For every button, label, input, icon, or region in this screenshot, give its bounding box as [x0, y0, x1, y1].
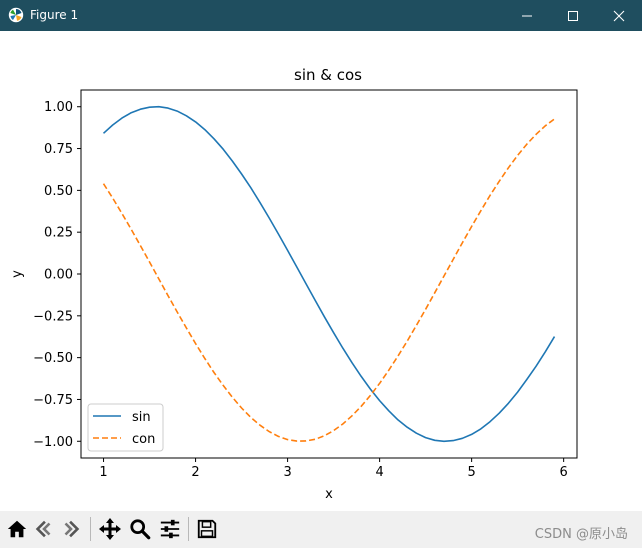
- x-axis-label: x: [325, 487, 333, 502]
- x-tick-label: 5: [467, 465, 475, 480]
- close-button[interactable]: [596, 0, 642, 31]
- y-tick-label: 0.25: [44, 226, 73, 241]
- line-chart: sin & cos 1 2 3 4 5 6 1.00 0.75 0.50 0.25 0.00 −0.…: [10, 66, 578, 502]
- maximize-button[interactable]: [550, 0, 596, 31]
- y-tick-label: −0.50: [33, 351, 73, 366]
- watermark-text: CSDN @原小岛: [534, 527, 628, 542]
- legend: sin con: [87, 403, 164, 452]
- x-tick-label: 4: [375, 465, 383, 480]
- pan-button[interactable]: [97, 516, 123, 542]
- y-tick-label: 1.00: [44, 100, 73, 115]
- y-axis-label: y: [10, 270, 25, 278]
- zoom-icon: [130, 519, 151, 540]
- y-tick-label: 0.50: [44, 184, 73, 199]
- pan-icon: [99, 518, 121, 540]
- zoom-button[interactable]: [127, 516, 153, 542]
- figure-canvas: sin & cos 1 2 3 4 5 6 1.00 0.75 0.50 0.25 0.00 −0.…: [0, 31, 642, 511]
- home-button[interactable]: [4, 516, 30, 542]
- home-icon: [7, 520, 27, 538]
- configure-subplots-icon: [160, 519, 180, 539]
- forward-button[interactable]: [58, 516, 84, 542]
- save-button[interactable]: [194, 516, 220, 542]
- close-icon: [613, 10, 625, 21]
- x-axis-ticks: 1 2 3 4 5 6: [99, 458, 568, 480]
- back-button[interactable]: [31, 516, 57, 542]
- y-tick-label: 0.75: [44, 142, 73, 157]
- toolbar-separator: [188, 517, 189, 541]
- x-tick-label: 2: [191, 465, 199, 480]
- y-tick-label: −1.00: [33, 435, 73, 450]
- minimize-icon: [522, 15, 532, 16]
- window-titlebar: Figure 1: [0, 0, 642, 31]
- maximize-icon: [568, 10, 578, 21]
- y-tick-label: −0.75: [33, 393, 73, 408]
- configure-subplots-button[interactable]: [157, 516, 183, 542]
- legend-label-sin: sin: [132, 410, 151, 425]
- navigation-toolbar: CSDN @原小岛: [0, 511, 642, 548]
- matplotlib-logo-icon: [8, 7, 24, 23]
- forward-icon: [64, 520, 80, 538]
- y-axis-ticks: 1.00 0.75 0.50 0.25 0.00 −0.25 −0.50 −0.75 −1.00: [33, 100, 81, 450]
- legend-label-con: con: [132, 432, 155, 447]
- save-icon: [197, 519, 217, 539]
- x-tick-label: 3: [283, 465, 291, 480]
- x-tick-label: 1: [99, 465, 107, 480]
- minimize-button[interactable]: [504, 0, 550, 31]
- x-tick-label: 6: [560, 465, 568, 480]
- y-tick-label: 0.00: [44, 268, 73, 283]
- toolbar-separator: [90, 517, 91, 541]
- window-title: Figure 1: [30, 8, 79, 22]
- chart-title: sin & cos: [294, 66, 362, 84]
- y-tick-label: −0.25: [33, 309, 73, 324]
- back-icon: [35, 520, 51, 538]
